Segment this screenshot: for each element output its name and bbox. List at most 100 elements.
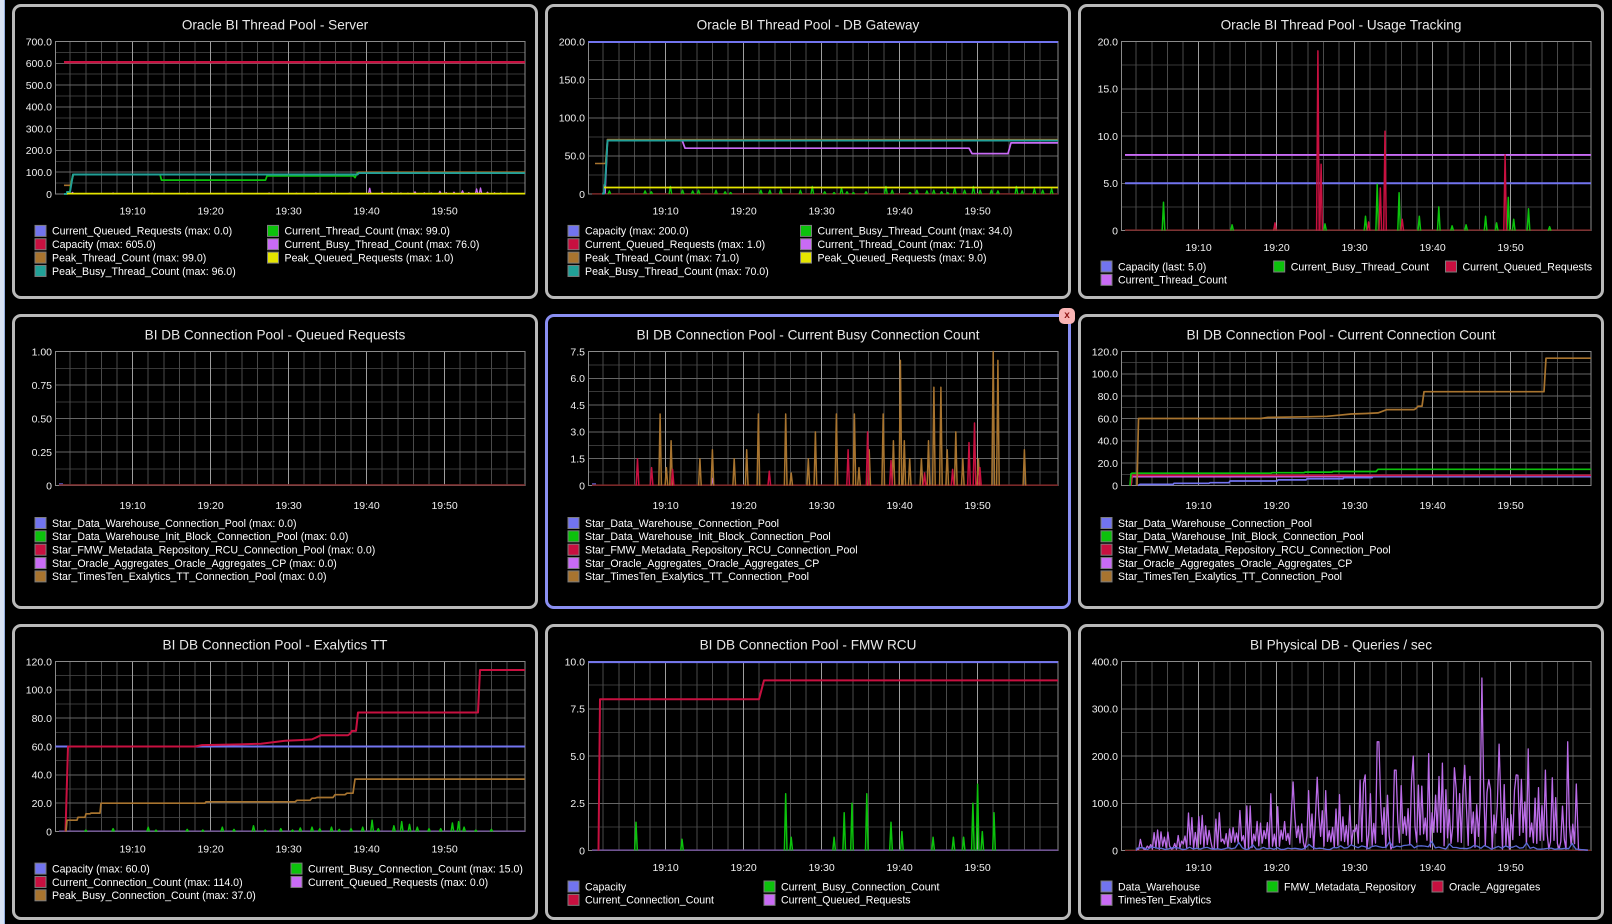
svg-text:5.0: 5.0 bbox=[1103, 178, 1118, 190]
svg-text:3.0: 3.0 bbox=[570, 427, 585, 439]
svg-text:19:20: 19:20 bbox=[730, 500, 756, 512]
svg-text:0: 0 bbox=[1112, 225, 1118, 237]
svg-text:Capacity (max: 60.0): Capacity (max: 60.0) bbox=[52, 863, 150, 875]
svg-text:Star_Data_Warehouse_Connection: Star_Data_Warehouse_Connection_Pool bbox=[585, 518, 779, 530]
svg-text:BI DB Connection Pool - Queued: BI DB Connection Pool - Queued Requests bbox=[145, 328, 406, 343]
svg-text:19:10: 19:10 bbox=[652, 862, 678, 874]
svg-text:300.0: 300.0 bbox=[1092, 704, 1118, 716]
svg-text:80.0: 80.0 bbox=[1098, 391, 1119, 403]
svg-text:19:10: 19:10 bbox=[1185, 242, 1211, 254]
svg-text:19:40: 19:40 bbox=[1419, 242, 1445, 254]
svg-text:19:50: 19:50 bbox=[431, 500, 457, 512]
svg-text:Capacity (last: 5.0): Capacity (last: 5.0) bbox=[1118, 261, 1206, 273]
svg-text:Current_Thread_Count (max: 99.: Current_Thread_Count (max: 99.0) bbox=[285, 226, 450, 238]
svg-text:BI DB Connection Pool - Curren: BI DB Connection Pool - Current Busy Con… bbox=[636, 328, 979, 343]
svg-text:Star_Data_Warehouse_Connection: Star_Data_Warehouse_Connection_Pool bbox=[1118, 518, 1312, 530]
svg-text:19:20: 19:20 bbox=[197, 843, 223, 855]
svg-text:60.0: 60.0 bbox=[32, 741, 53, 753]
svg-text:0.25: 0.25 bbox=[32, 447, 53, 459]
svg-text:19:30: 19:30 bbox=[1341, 242, 1367, 254]
svg-text:Peak_Queued_Requests (max: 1.0: Peak_Queued_Requests (max: 1.0) bbox=[285, 252, 454, 264]
svg-text:Star_Oracle_Aggregates_Oracle_: Star_Oracle_Aggregates_Oracle_Aggregates… bbox=[52, 558, 337, 570]
svg-text:19:50: 19:50 bbox=[964, 500, 990, 512]
svg-text:Current_Thread_Count (max: 71.: Current_Thread_Count (max: 71.0) bbox=[818, 239, 983, 251]
svg-text:1.5: 1.5 bbox=[570, 454, 585, 466]
svg-text:Star_TimesTen_Exalytics_TT_Con: Star_TimesTen_Exalytics_TT_Connection_Po… bbox=[52, 571, 327, 583]
svg-text:100.0: 100.0 bbox=[26, 685, 52, 697]
svg-text:120.0: 120.0 bbox=[26, 656, 52, 668]
svg-text:19:10: 19:10 bbox=[652, 206, 678, 218]
svg-text:Current_Busy_Thread_Count (max: Current_Busy_Thread_Count (max: 76.0) bbox=[285, 239, 480, 251]
svg-text:80.0: 80.0 bbox=[32, 713, 53, 725]
svg-text:19:20: 19:20 bbox=[730, 206, 756, 218]
svg-text:0.50: 0.50 bbox=[32, 413, 53, 425]
svg-text:19:10: 19:10 bbox=[1185, 862, 1211, 874]
svg-text:10.0: 10.0 bbox=[1098, 131, 1119, 143]
svg-text:0: 0 bbox=[579, 480, 585, 492]
svg-text:20.0: 20.0 bbox=[1098, 36, 1119, 48]
svg-text:Star_Oracle_Aggregates_Oracle_: Star_Oracle_Aggregates_Oracle_Aggregates… bbox=[1118, 558, 1352, 570]
svg-text:19:30: 19:30 bbox=[808, 206, 834, 218]
svg-text:Star_Data_Warehouse_Init_Block: Star_Data_Warehouse_Init_Block_Connectio… bbox=[585, 531, 831, 543]
svg-text:Peak_Busy_Thread_Count (max: 7: Peak_Busy_Thread_Count (max: 70.0) bbox=[585, 266, 769, 278]
svg-text:BI Physical DB - Queries / sec: BI Physical DB - Queries / sec bbox=[1250, 638, 1432, 653]
svg-text:5.0: 5.0 bbox=[570, 751, 585, 763]
svg-text:Oracle BI Thread Pool - Server: Oracle BI Thread Pool - Server bbox=[182, 18, 369, 33]
svg-text:Oracle BI Thread Pool - Usage: Oracle BI Thread Pool - Usage Tracking bbox=[1221, 18, 1462, 33]
svg-text:Peak_Thread_Count (max: 99.0): Peak_Thread_Count (max: 99.0) bbox=[52, 252, 206, 264]
svg-text:19:50: 19:50 bbox=[964, 206, 990, 218]
svg-text:Current_Busy_Connection_Count: Current_Busy_Connection_Count (max: 15.0… bbox=[308, 863, 523, 875]
svg-text:FMW_Metadata_Repository: FMW_Metadata_Repository bbox=[1284, 881, 1417, 893]
svg-text:7.5: 7.5 bbox=[570, 346, 585, 358]
svg-text:100.0: 100.0 bbox=[26, 167, 52, 179]
svg-text:Star_Oracle_Aggregates_Oracle_: Star_Oracle_Aggregates_Oracle_Aggregates… bbox=[585, 558, 819, 570]
svg-text:20.0: 20.0 bbox=[32, 798, 53, 810]
svg-text:19:20: 19:20 bbox=[730, 862, 756, 874]
svg-text:19:30: 19:30 bbox=[1341, 500, 1367, 512]
svg-text:0: 0 bbox=[579, 189, 585, 201]
svg-text:19:40: 19:40 bbox=[1419, 500, 1445, 512]
svg-text:19:40: 19:40 bbox=[353, 843, 379, 855]
svg-text:19:40: 19:40 bbox=[1419, 862, 1445, 874]
svg-text:Current_Queued_Requests: Current_Queued_Requests bbox=[781, 895, 911, 907]
svg-text:Star_Data_Warehouse_Connection: Star_Data_Warehouse_Connection_Pool (max… bbox=[52, 518, 297, 530]
svg-text:Current_Busy_Connection_Count: Current_Busy_Connection_Count bbox=[781, 881, 939, 893]
svg-text:19:40: 19:40 bbox=[886, 500, 912, 512]
svg-text:60.0: 60.0 bbox=[1098, 413, 1119, 425]
svg-text:Oracle BI Thread Pool - DB Gat: Oracle BI Thread Pool - DB Gateway bbox=[697, 18, 920, 33]
svg-text:Data_Warehouse: Data_Warehouse bbox=[1118, 881, 1200, 893]
svg-text:15.0: 15.0 bbox=[1098, 84, 1119, 96]
svg-text:19:50: 19:50 bbox=[1497, 242, 1523, 254]
svg-text:Star_FMW_Metadata_Repository_R: Star_FMW_Metadata_Repository_RCU_Connect… bbox=[1118, 545, 1391, 557]
svg-text:19:20: 19:20 bbox=[1263, 242, 1289, 254]
svg-text:6.0: 6.0 bbox=[570, 373, 585, 385]
svg-text:19:20: 19:20 bbox=[1263, 500, 1289, 512]
svg-text:Current_Queued_Requests: Current_Queued_Requests bbox=[1463, 261, 1593, 273]
svg-text:19:40: 19:40 bbox=[886, 206, 912, 218]
svg-text:19:50: 19:50 bbox=[1497, 862, 1523, 874]
svg-text:200.0: 200.0 bbox=[559, 36, 585, 48]
svg-text:19:50: 19:50 bbox=[431, 206, 457, 218]
svg-text:BI DB Connection Pool - Exalyt: BI DB Connection Pool - Exalytics TT bbox=[163, 638, 388, 653]
svg-text:Star_FMW_Metadata_Repository_R: Star_FMW_Metadata_Repository_RCU_Connect… bbox=[585, 545, 858, 557]
svg-text:19:20: 19:20 bbox=[197, 206, 223, 218]
svg-text:19:40: 19:40 bbox=[353, 206, 379, 218]
svg-text:19:30: 19:30 bbox=[808, 500, 834, 512]
svg-text:19:10: 19:10 bbox=[119, 500, 145, 512]
svg-text:400.0: 400.0 bbox=[26, 102, 52, 114]
svg-text:Star_TimesTen_Exalytics_TT_Con: Star_TimesTen_Exalytics_TT_Connection_Po… bbox=[585, 571, 809, 583]
svg-text:Current_Queued_Requests (max:: Current_Queued_Requests (max: 0.0) bbox=[52, 226, 232, 238]
svg-text:0.75: 0.75 bbox=[32, 380, 53, 392]
svg-text:Peak_Busy_Connection_Count (ma: Peak_Busy_Connection_Count (max: 37.0) bbox=[52, 890, 256, 902]
svg-text:19:50: 19:50 bbox=[964, 862, 990, 874]
svg-text:1.00: 1.00 bbox=[32, 346, 53, 358]
svg-text:Peak_Queued_Requests (max: 9.0: Peak_Queued_Requests (max: 9.0) bbox=[818, 252, 987, 264]
svg-text:300.0: 300.0 bbox=[26, 123, 52, 135]
svg-text:Oracle_Aggregates: Oracle_Aggregates bbox=[1449, 881, 1540, 893]
svg-text:4.5: 4.5 bbox=[570, 400, 585, 412]
svg-text:50.0: 50.0 bbox=[565, 151, 586, 163]
svg-text:Current_Queued_Requests (max:: Current_Queued_Requests (max: 1.0) bbox=[585, 239, 765, 251]
svg-text:BI DB Connection Pool - Curren: BI DB Connection Pool - Current Connecti… bbox=[1186, 328, 1495, 343]
svg-text:Star_Data_Warehouse_Init_Block: Star_Data_Warehouse_Init_Block_Connectio… bbox=[52, 531, 348, 543]
svg-text:19:20: 19:20 bbox=[1263, 862, 1289, 874]
